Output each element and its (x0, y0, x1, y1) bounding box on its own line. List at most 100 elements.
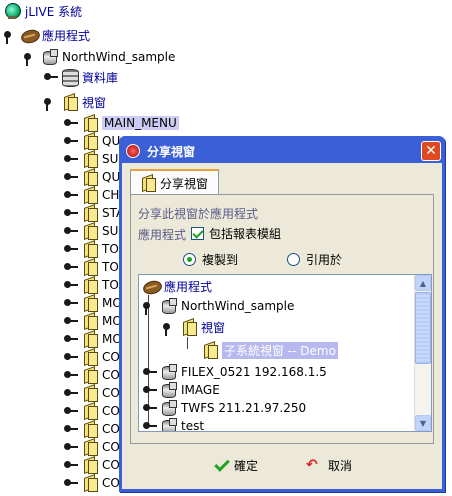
folder-icon (81, 295, 98, 312)
radio-unselected-icon[interactable] (287, 253, 300, 266)
folder-icon (81, 367, 98, 384)
folder-icon (81, 475, 98, 492)
tree-database-label: 資料庫 (82, 70, 119, 85)
tree-database[interactable]: 資料庫 (44, 68, 119, 87)
tree-views[interactable]: 視窗 (44, 93, 106, 111)
collapse-handle-icon[interactable] (64, 244, 78, 254)
collapse-handle-icon[interactable] (64, 280, 78, 290)
checkmark-icon (214, 459, 228, 471)
collapse-handle-icon[interactable] (64, 262, 78, 272)
collapse-handle-icon[interactable] (64, 118, 78, 128)
target-selected-view[interactable]: 子系統視窗 -- Demo (201, 341, 338, 359)
collapse-handle-icon[interactable] (64, 406, 78, 416)
tab-strip: 分享視窗 (130, 169, 434, 195)
expand-handle-icon[interactable] (4, 30, 18, 44)
tree-view-item[interactable]: TOF (64, 240, 126, 258)
target-project-label: IMAGE (181, 383, 220, 397)
tree-view-item[interactable]: QU (64, 168, 120, 186)
collapse-handle-icon[interactable] (143, 367, 157, 377)
stacked-database-icon (61, 69, 79, 87)
target-project-label: NorthWind_sample (181, 299, 295, 313)
scroll-up-icon[interactable]: ▲ (415, 275, 431, 291)
collapse-handle-icon[interactable] (64, 154, 78, 164)
tree-view-item[interactable]: CO (64, 384, 120, 402)
collapse-handle-icon[interactable] (64, 334, 78, 344)
dialog-titlebar[interactable]: 分享視窗 ✕ (122, 139, 442, 163)
tree-view-item[interactable]: MO (64, 330, 122, 348)
radio-copy[interactable]: 複製到 (183, 251, 238, 268)
collapse-handle-icon[interactable] (64, 424, 78, 434)
collapse-handle-icon[interactable] (64, 190, 78, 200)
tree-view-item[interactable]: SUE (64, 222, 126, 240)
tree-project-label: NorthWind_sample (62, 50, 176, 64)
target-project[interactable]: test (143, 417, 204, 431)
collapse-handle-icon[interactable] (64, 316, 78, 326)
expand-handle-icon[interactable] (163, 322, 177, 336)
expand-handle-icon[interactable] (143, 301, 157, 315)
tree-view-item[interactable]: SUE (64, 150, 126, 168)
target-project[interactable]: IMAGE (143, 381, 220, 399)
collapse-handle-icon[interactable] (143, 385, 157, 395)
ok-button[interactable]: 確定 (214, 453, 258, 477)
tree-view-item[interactable]: MO (64, 294, 122, 312)
tree-view-label: CO (102, 350, 120, 364)
collapse-handle-icon[interactable] (64, 172, 78, 182)
tree-view-item[interactable]: CO (64, 474, 120, 492)
collapse-handle-icon[interactable] (64, 208, 78, 218)
vertical-scrollbar[interactable]: ▲ ▼ (414, 275, 431, 431)
tree-view-item[interactable]: CO (64, 366, 120, 384)
scroll-down-icon[interactable]: ▼ (415, 415, 431, 431)
expand-handle-icon[interactable] (44, 97, 58, 111)
tree-view-item[interactable]: QU (64, 132, 120, 150)
radio-selected-icon[interactable] (183, 253, 196, 266)
expand-handle-icon[interactable] (24, 52, 38, 66)
tree-view-item[interactable]: CO (64, 348, 120, 366)
target-project[interactable]: NorthWind_sample (143, 297, 294, 315)
scroll-thumb[interactable] (415, 292, 431, 364)
tree-view-item[interactable]: CO (64, 420, 120, 438)
tree-view-item[interactable]: MO (64, 312, 122, 330)
tree-view-item[interactable]: CO (64, 402, 120, 420)
collapse-handle-icon[interactable] (64, 478, 78, 488)
tree-project[interactable]: NorthWind_sample (24, 48, 175, 66)
target-project[interactable]: TWFS 211.21.97.250 (143, 399, 306, 417)
tree-view-item[interactable]: TOF (64, 276, 126, 294)
target-app[interactable]: 應用程式 (143, 277, 212, 295)
tab-share-view[interactable]: 分享視窗 (130, 169, 220, 195)
tree-view-item[interactable]: CO (64, 438, 120, 456)
target-views[interactable]: 視窗 (163, 318, 225, 336)
cancel-button[interactable]: ↶ 取消 (306, 453, 352, 477)
tree-view-item[interactable]: STA (64, 204, 124, 222)
close-button[interactable]: ✕ (421, 141, 441, 161)
app-label: 應用程式 (138, 228, 187, 242)
tree-root[interactable]: jLIVE 系統 (4, 2, 82, 20)
collapse-handle-icon[interactable] (64, 388, 78, 398)
tree-view-item[interactable]: TOF (64, 258, 126, 276)
tree-view-item[interactable]: MAIN_MENU (64, 114, 179, 132)
collapse-handle-icon[interactable] (64, 298, 78, 308)
tree-app[interactable]: 應用程式 (4, 26, 90, 44)
target-project[interactable]: FILEX_0521 192.168.1.5 (143, 363, 327, 381)
include-report-checkbox[interactable]: 包括報表模組 (191, 225, 281, 242)
tree-view-label: QU (102, 170, 121, 184)
radio-reference[interactable]: 引用於 (287, 251, 342, 268)
tree-guide-line (187, 337, 188, 349)
tree-views-label: 視窗 (82, 95, 107, 110)
checkbox-checked-icon[interactable] (191, 227, 204, 240)
database-icon (160, 364, 177, 380)
collapse-handle-icon[interactable] (64, 226, 78, 236)
tree-view-label: CO (102, 440, 120, 454)
collapse-handle-icon[interactable] (143, 421, 157, 431)
tree-view-label: QU (102, 134, 121, 148)
collapse-handle-icon[interactable] (64, 370, 78, 380)
bean-icon (21, 27, 37, 43)
collapse-handle-icon[interactable] (64, 460, 78, 470)
collapse-handle-icon[interactable] (143, 403, 157, 413)
collapse-handle-icon[interactable] (44, 72, 58, 82)
collapse-handle-icon[interactable] (64, 442, 78, 452)
tab-panel: 分享此視窗於應用程式 應用程式 包括報表模組 複製到 引用於 應用程式 Nort… (130, 194, 434, 444)
collapse-handle-icon[interactable] (64, 352, 78, 362)
tree-view-item[interactable]: CO (64, 456, 120, 474)
collapse-handle-icon[interactable] (64, 136, 78, 146)
target-tree-box[interactable]: 應用程式 NorthWind_sample 視窗 子系統視窗 -- Demo F… (138, 274, 432, 432)
